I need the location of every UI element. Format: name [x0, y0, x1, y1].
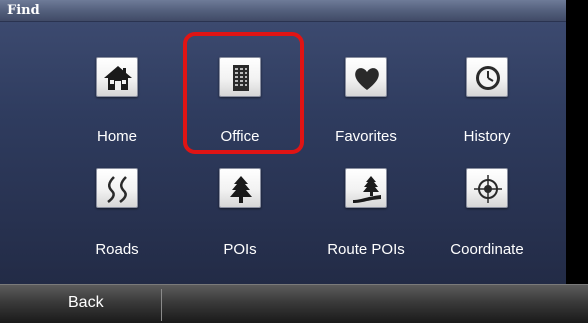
home-icon: [104, 66, 132, 90]
route-pois-label: Route POIs: [327, 241, 405, 258]
coordinate-label: Coordinate: [450, 241, 524, 258]
history-label: History: [463, 128, 511, 145]
title-bar: Find: [0, 0, 566, 22]
crosshair-icon: [474, 175, 502, 203]
route-tree-icon: [353, 176, 381, 203]
clock-icon: [476, 66, 500, 90]
tree-icon: [230, 176, 252, 203]
home-button[interactable]: Home: [59, 57, 179, 167]
page-title: Find: [7, 3, 40, 18]
roads-label: Roads: [95, 241, 139, 258]
home-label: Home: [96, 128, 137, 145]
coordinate-button[interactable]: Coordinate: [429, 168, 549, 278]
office-building-icon: [233, 65, 249, 91]
office-label: Office: [220, 128, 260, 145]
roads-button[interactable]: Roads: [59, 168, 179, 278]
favorites-label: Favorites: [335, 128, 397, 145]
main-panel: Find Home Office Favorites History Roads…: [0, 0, 566, 323]
favorites-button[interactable]: Favorites: [308, 57, 428, 167]
history-button[interactable]: History: [429, 57, 549, 167]
bottom-bar-divider: [161, 289, 162, 321]
back-button[interactable]: Back: [0, 285, 160, 323]
find-screen: Find Home Office Favorites History Roads…: [0, 0, 588, 323]
pois-label: POIs: [223, 241, 257, 258]
back-label: Back: [68, 294, 104, 311]
heart-icon: [355, 68, 379, 90]
route-pois-button[interactable]: Route POIs: [308, 168, 428, 278]
road-icon: [107, 176, 127, 203]
bottom-bar: Back: [0, 284, 588, 323]
pois-button[interactable]: POIs: [182, 168, 302, 278]
office-button[interactable]: Office: [182, 57, 302, 167]
